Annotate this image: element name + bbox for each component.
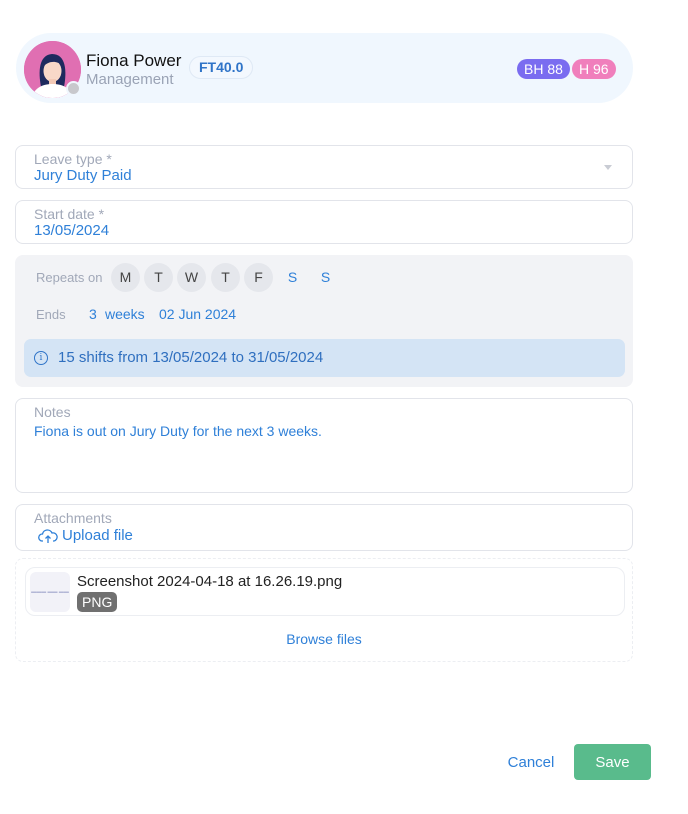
leave-type-value: Jury Duty Paid	[34, 167, 132, 184]
cloud-upload-icon	[38, 528, 58, 543]
status-indicator	[66, 81, 81, 96]
start-date-value: 13/05/2024	[34, 222, 110, 239]
day-toggle-monday[interactable]: M	[111, 263, 140, 292]
repeat-section: Repeats on M T W T F S S Ends 3 weeks 02…	[15, 255, 633, 387]
attachments-label: Attachments	[34, 510, 112, 526]
notes-textarea[interactable]: Fiona is out on Jury Duty for the next 3…	[34, 423, 322, 439]
contract-badge: FT40.0	[189, 56, 254, 79]
cancel-button[interactable]: Cancel	[500, 744, 562, 780]
start-date-field[interactable]: Start date * 13/05/2024	[15, 200, 633, 244]
bank-holiday-balance-badge: BH 88	[517, 59, 570, 79]
save-button[interactable]: Save	[574, 744, 651, 780]
upload-file-label: Upload file	[62, 527, 133, 544]
leave-type-label: Leave type *	[34, 151, 112, 167]
day-toggle-saturday[interactable]: S	[278, 263, 307, 292]
ends-unit-select[interactable]: weeks	[105, 306, 145, 322]
employee-header: Fiona Power Management FT40.0 BH 88 H 96	[16, 33, 633, 103]
repeats-on-label: Repeats on	[36, 270, 103, 285]
notes-field[interactable]: Notes Fiona is out on Jury Duty for the …	[15, 398, 633, 493]
ends-label: Ends	[36, 307, 66, 322]
file-list: ▬▬▬ ▬▬ ▬▬ Screenshot 2024-04-18 at 16.26…	[15, 558, 633, 662]
ends-count-input[interactable]: 3	[89, 306, 97, 322]
day-toggle-thursday[interactable]: T	[211, 263, 240, 292]
notes-label: Notes	[34, 404, 71, 420]
attachments-field: Attachments Upload file	[15, 504, 633, 551]
employee-department: Management	[86, 71, 174, 88]
leave-type-select[interactable]: Leave type * Jury Duty Paid	[15, 145, 633, 189]
info-icon: i	[34, 351, 48, 365]
start-date-label: Start date *	[34, 206, 105, 222]
ends-date[interactable]: 02 Jun 2024	[159, 306, 236, 322]
chevron-down-icon[interactable]	[604, 165, 612, 170]
holiday-balance-badge: H 96	[572, 59, 616, 79]
shift-summary-banner: i 15 shifts from 13/05/2024 to 31/05/202…	[24, 339, 625, 377]
day-toggle-friday[interactable]: F	[244, 263, 273, 292]
file-item[interactable]: ▬▬▬ ▬▬ ▬▬ Screenshot 2024-04-18 at 16.26…	[25, 567, 625, 616]
day-toggle-tuesday[interactable]: T	[144, 263, 173, 292]
file-name: Screenshot 2024-04-18 at 16.26.19.png	[77, 573, 343, 590]
day-toggle-wednesday[interactable]: W	[177, 263, 206, 292]
browse-files-link[interactable]: Browse files	[16, 631, 632, 647]
employee-name: Fiona Power	[86, 51, 182, 70]
day-toggle-sunday[interactable]: S	[311, 263, 340, 292]
shift-summary-text: 15 shifts from 13/05/2024 to 31/05/2024	[58, 349, 324, 366]
file-type-badge: PNG	[77, 592, 118, 612]
file-thumbnail: ▬▬▬ ▬▬ ▬▬	[30, 572, 70, 612]
upload-file-button[interactable]: Upload file	[38, 527, 133, 544]
